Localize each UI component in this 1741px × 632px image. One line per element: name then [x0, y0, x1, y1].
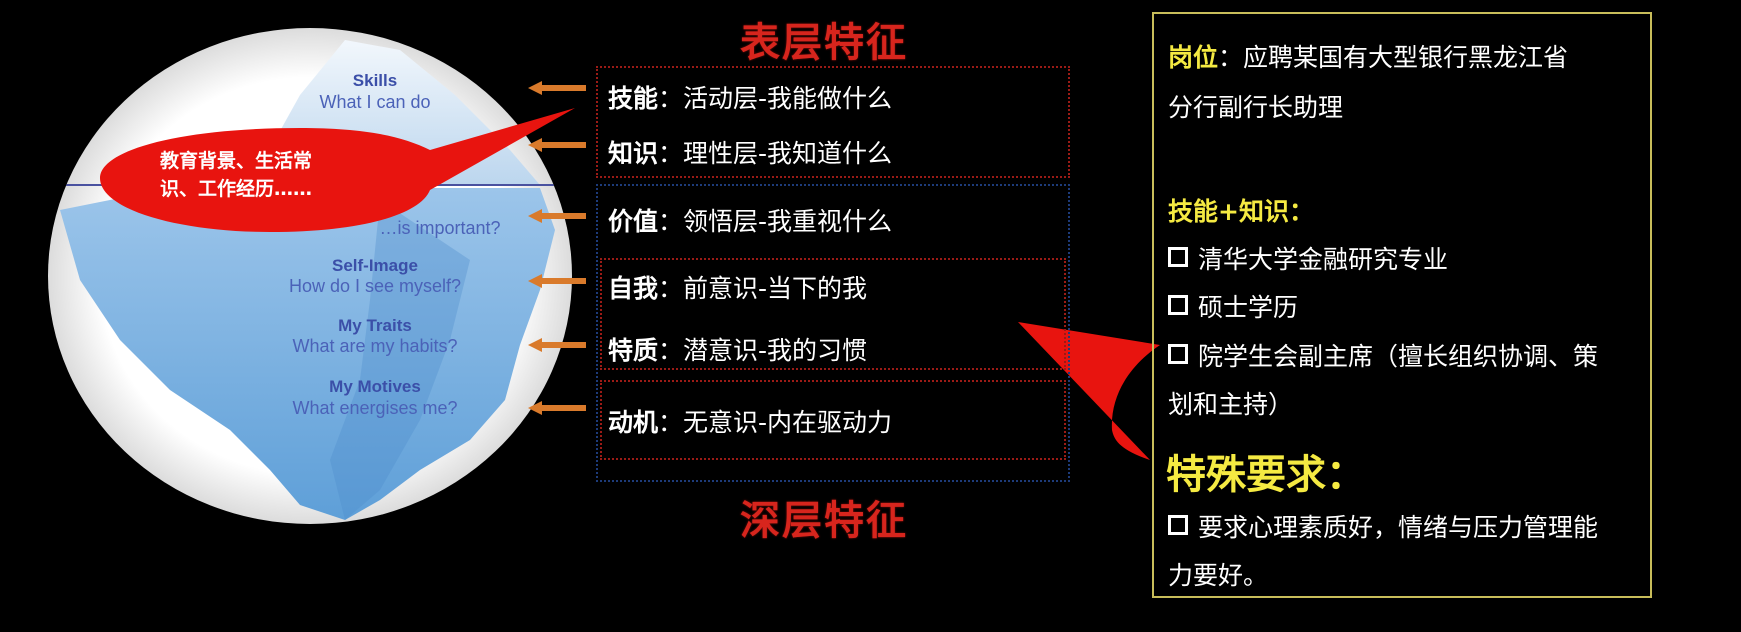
iceberg-motives-title: My Motives: [329, 377, 421, 396]
iceberg-traits-title: My Traits: [338, 316, 412, 335]
row-values-key: 价值: [608, 207, 659, 236]
row-values: 价值：领悟层-我重视什么: [608, 202, 892, 238]
checkbox-icon: [1168, 247, 1188, 267]
iceberg-traits-sub: What are my habits?: [292, 336, 457, 356]
row-self-text: ：前意识-当下的我: [658, 274, 868, 303]
bubble-line-2: 识、工作经历……: [160, 178, 313, 200]
row-motives-text: ：无意识-内在驱动力: [658, 408, 893, 437]
position-line-2: 分行副行长助理: [1168, 93, 1344, 122]
special-item: 要求心理素质好，情绪与压力管理能: [1168, 508, 1598, 544]
row-skills-text: ：活动层-我能做什么: [658, 84, 893, 113]
row-traits: 特质：潜意识-我的习惯: [608, 331, 867, 367]
iceberg-selfimage-title: Self-Image: [332, 256, 418, 275]
iceberg-selfimage-sub: How do I see myself?: [289, 276, 461, 296]
special-item-cont: 力要好。: [1168, 561, 1269, 590]
row-self: 自我：前意识-当下的我: [608, 269, 867, 305]
row-knowledge-text: ：理性层-我知道什么: [658, 139, 893, 168]
panel-item-3-text: 院学生会副主席（擅长组织协调、策: [1198, 342, 1599, 371]
checkbox-icon: [1168, 295, 1188, 315]
bubble-line-1: 教育背景、生活常: [160, 150, 313, 172]
row-skills: 技能：活动层-我能做什么: [608, 79, 892, 115]
iceberg-motives-sub: What energises me?: [292, 398, 457, 418]
row-skills-key: 技能: [608, 84, 659, 113]
row-traits-text: ：潜意识-我的习惯: [658, 336, 868, 365]
panel-item-3: 院学生会副主席（擅长组织协调、策: [1168, 337, 1598, 373]
panel-item-2-text: 硕士学历: [1198, 293, 1299, 322]
checkbox-icon: [1168, 344, 1188, 364]
deep-heading: 深层特征: [740, 498, 908, 544]
surface-heading: 表层特征: [740, 20, 908, 66]
checkbox-icon: [1168, 515, 1188, 535]
position-text-1: ：应聘某国有大型银行黑龙江省: [1218, 43, 1569, 72]
row-motives: 动机：无意识-内在驱动力: [608, 403, 892, 439]
special-item-text: 要求心理素质好，情绪与压力管理能: [1198, 513, 1599, 542]
iceberg-skills-title: Skills: [353, 71, 397, 90]
arrow-self: [528, 274, 586, 288]
position-label: 岗位: [1168, 43, 1219, 72]
panel-item-1: 清华大学金融研究专业: [1168, 240, 1448, 276]
skills-heading: 技能+知识：: [1168, 197, 1314, 226]
panel-item-2: 硕士学历: [1168, 288, 1298, 324]
arrow-traits: [528, 338, 586, 352]
arrow-motives: [528, 401, 586, 415]
position-line-1: 岗位：应聘某国有大型银行黑龙江省: [1168, 38, 1568, 74]
row-motives-key: 动机: [608, 408, 659, 437]
arrow-values: [528, 209, 586, 223]
row-self-key: 自我: [608, 274, 659, 303]
row-knowledge: 知识：理性层-我知道什么: [608, 134, 892, 170]
arrow-skills: [528, 81, 586, 95]
iceberg-skills-sub: What I can do: [319, 92, 430, 112]
special-heading: 特殊要求：: [1166, 452, 1366, 498]
panel-item-3-cont: 划和主持）: [1168, 390, 1294, 419]
panel-item-1-text: 清华大学金融研究专业: [1198, 245, 1449, 274]
iceberg-values-sub: …is important?: [379, 218, 500, 238]
bubble-text: 教育背景、生活常 识、工作经历……: [160, 147, 380, 203]
row-knowledge-key: 知识: [608, 139, 659, 168]
row-traits-key: 特质: [608, 336, 659, 365]
row-values-text: ：领悟层-我重视什么: [658, 207, 893, 236]
arrow-knowledge: [528, 138, 586, 152]
